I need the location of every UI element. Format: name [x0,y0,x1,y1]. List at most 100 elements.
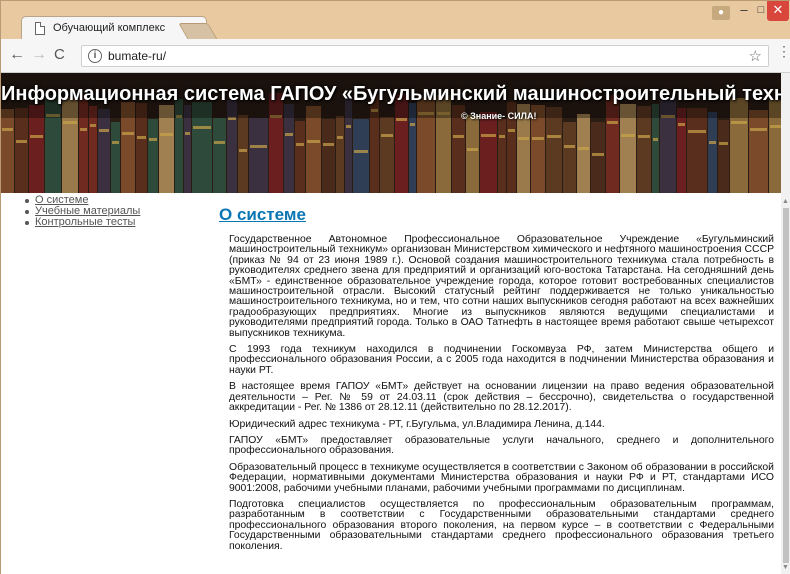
book-band [185,132,190,135]
book-band [564,145,575,148]
book-band [518,137,529,140]
book-band [731,121,747,124]
paragraph: Подготовка специалистов осуществляется п… [229,498,774,552]
book-band [63,121,77,124]
book-band [323,143,334,146]
book-spine [480,112,497,193]
book-band [16,140,27,143]
book-band [2,128,13,131]
book-spine [249,118,268,193]
book-band [508,129,515,132]
book-band [346,125,351,128]
minimize-button[interactable]: – [735,1,753,21]
book-band [381,134,393,137]
book-spine [295,121,305,193]
book-spine [111,122,120,193]
book-spine [353,119,369,193]
title-bar: Обучающий комплекс × ● – □ ✕ [1,1,790,40]
book-spine [29,105,44,193]
book-band [653,138,658,141]
book-spine [749,110,768,193]
header-banner: Информационная система ГАПОУ «Бугульминс… [1,73,781,193]
nav-item-tests: Контрольные тесты [23,217,140,228]
page-content: О системе Учебные материалы Контрольные … [1,193,781,574]
book-band [307,140,320,143]
browser-toolbar: ← → C i bumate-ru/ ☆ ⋮ [1,39,790,73]
book-band [578,147,589,150]
book-spine [677,108,686,193]
book-band [396,118,407,121]
book-band [678,123,685,126]
book-band [250,145,267,148]
scrollbar-thumb[interactable] [783,208,789,563]
book-band [122,132,134,135]
book-band [296,143,304,146]
book-band [80,128,87,131]
book-spine [213,118,226,193]
forward-arrow-icon[interactable]: → [31,47,47,63]
book-spine [380,117,394,193]
paragraph: С 1993 года техникум находился в подчине… [229,344,774,376]
nav-link-tests[interactable]: Контрольные тесты [35,216,135,228]
url-text[interactable]: bumate-ru/ [108,49,166,63]
paragraph: ГАПОУ «БМТ» предоставляет образовательны… [229,434,774,457]
book-spine [577,114,590,193]
book-spine [718,120,729,193]
book-band [481,134,496,137]
book-band [354,150,368,153]
book-spine [546,107,562,193]
book-band [750,128,767,131]
page-title[interactable]: О системе [219,205,306,225]
book-spine [89,106,97,193]
vertical-scrollbar[interactable]: ▲ ▼ [781,73,790,574]
book-band [149,138,157,141]
book-band [453,135,464,138]
book-band [112,141,119,144]
book-spine [15,108,28,193]
article-body: Государственное Автономное Профессиональ… [229,234,774,558]
tab-title: Обучающий комплекс [53,22,166,34]
book-band [239,149,247,152]
book-band [499,135,505,138]
book-spine [1,109,14,193]
page-viewport: Информационная система ГАПОУ «Бугульминс… [1,73,781,574]
book-spine [322,119,335,193]
book-spine [148,119,158,193]
book-band [90,124,96,127]
book-band [607,121,618,124]
reload-icon[interactable]: C [54,47,65,63]
bookmark-star-icon[interactable]: ☆ [749,47,762,65]
book-band [592,153,604,156]
browser-menu-icon[interactable]: ⋮ [777,44,790,58]
scroll-down-icon[interactable]: ▼ [782,564,789,571]
site-title: Информационная система ГАПОУ «Бугульминс… [1,83,781,105]
paragraph: Образовательный процесс в техникуме осущ… [229,461,774,494]
book-band [137,136,146,139]
user-icon[interactable]: ● [712,6,730,20]
book-band [638,135,650,138]
book-spine [708,112,717,193]
book-band [688,130,706,133]
browser-window: Обучающий комплекс × ● – □ ✕ ← → C i bum… [0,0,790,574]
book-spine [238,115,248,193]
book-spine [159,105,174,193]
paragraph: В настоящее время ГАПОУ «БМТ» действует … [229,381,774,414]
book-spine [563,122,576,193]
browser-tab[interactable]: Обучающий комплекс × [21,16,207,40]
book-band [410,123,415,126]
book-spine [184,105,191,193]
book-band [467,148,478,151]
scroll-up-icon[interactable]: ▲ [782,198,789,205]
book-band [719,142,728,145]
book-band [337,136,343,139]
book-band [770,125,781,128]
site-slogan: © Знание- СИЛА! [461,111,537,121]
close-window-button[interactable]: ✕ [767,1,789,21]
book-band [160,133,173,136]
back-arrow-icon[interactable]: ← [9,47,25,63]
address-bar[interactable]: i bumate-ru/ ☆ [81,45,769,67]
info-icon[interactable]: i [88,49,102,63]
page-icon [35,22,45,35]
book-band [285,133,293,136]
paragraph: Государственное Автономное Профессиональ… [229,234,774,339]
